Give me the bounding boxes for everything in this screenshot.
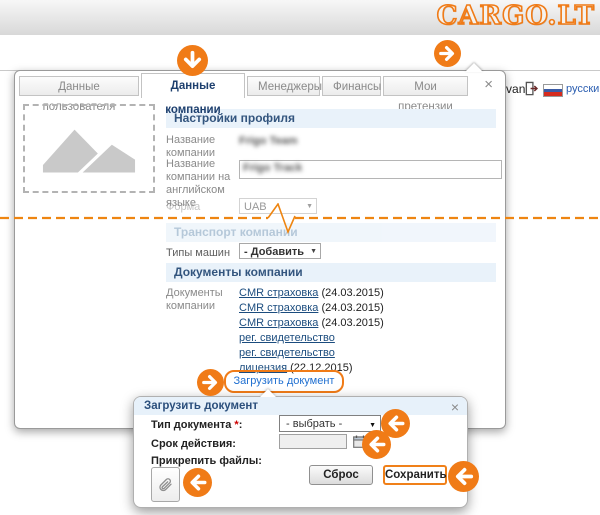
section-company-documents: Документы компании	[166, 263, 496, 282]
logout-icon[interactable]	[524, 81, 539, 96]
dialog-close-icon[interactable]: ×	[484, 79, 493, 91]
cargo-lt-logo: CARGO.LT	[437, 1, 595, 31]
section-company-transport: Транспорт компании	[166, 223, 496, 242]
document-row: CMR страховка (24.03.2015)	[239, 317, 384, 329]
document-link[interactable]: CMR страховка	[239, 287, 318, 299]
tab-company-data[interactable]: Данные компании	[141, 73, 245, 98]
language-link[interactable]: русский	[566, 83, 600, 95]
doc-type-label: Тип документа *:	[151, 419, 242, 431]
company-logo-placeholder[interactable]	[23, 104, 155, 193]
popup-close-icon[interactable]: ×	[451, 398, 459, 416]
company-name-value: Frigo Team	[239, 135, 297, 147]
popup-title-bar: Загрузить документ ×	[134, 397, 467, 415]
document-row: CMR страховка (24.03.2015)	[239, 287, 384, 299]
document-row: CMR страховка (24.03.2015)	[239, 302, 384, 314]
tab-user-data[interactable]: Данные пользователя	[19, 76, 139, 96]
company-name-label: Название компании	[166, 134, 240, 160]
tab-my-claims[interactable]: Мои претензии	[383, 76, 468, 96]
annotation-arrow-left-save	[448, 461, 479, 492]
paperclip-icon	[157, 476, 173, 493]
document-link[interactable]: CMR страховка	[239, 317, 318, 329]
reset-button[interactable]: Сброс	[309, 465, 373, 485]
document-link[interactable]: CMR страховка	[239, 302, 318, 314]
document-row: рег. свидетельство	[239, 347, 335, 359]
annotation-arrow-right-upload-link	[197, 369, 224, 396]
dialog-pointer-tail	[465, 63, 483, 72]
company-documents-label: Документы компании	[166, 287, 240, 313]
upload-document-highlight: Загрузить документ	[224, 370, 344, 393]
form-select[interactable]: UAB ▼	[239, 198, 317, 214]
company-name-en-input[interactable]: Frigo Track	[239, 160, 502, 179]
form-label: Форма	[166, 201, 240, 214]
tab-finances[interactable]: Финансы	[322, 76, 381, 96]
attach-file-button[interactable]	[151, 467, 180, 502]
validity-label: Срок действия:	[151, 438, 236, 450]
image-placeholder-icon	[35, 116, 143, 179]
document-row: рег. свидетельство	[239, 332, 335, 344]
chevron-down-icon: ▼	[310, 244, 317, 260]
annotation-arrow-right-user	[434, 40, 461, 67]
validity-date-input[interactable]	[279, 434, 347, 449]
upload-document-link[interactable]: Загрузить документ	[234, 375, 335, 387]
tab-managers[interactable]: Менеджеры	[247, 76, 320, 96]
popup-title: Загрузить документ	[144, 400, 258, 412]
annotation-arrow-left-validity	[362, 430, 391, 459]
top-header-bar: CARGO.LT	[0, 0, 600, 36]
truck-types-select[interactable]: - Добавить ещё - ▼	[239, 243, 321, 259]
dialog-tab-bar: Данные пользователя Данные компании Мене…	[15, 71, 505, 98]
annotation-arrow-left-attach	[183, 468, 212, 497]
russian-flag-icon[interactable]	[543, 84, 563, 97]
truck-types-label: Типы машин	[166, 247, 240, 260]
profile-dialog: Данные пользователя Данные компании Мене…	[14, 70, 506, 429]
user-toolbar: Ivanov Ivan русский	[0, 35, 600, 71]
annotation-arrow-down-company-tab	[177, 45, 208, 76]
chevron-down-icon: ▼	[306, 199, 313, 215]
popup-pointer-tail	[260, 389, 276, 397]
save-button[interactable]: Сохранить	[383, 465, 447, 485]
attach-files-label: Прикрепить файлы:	[151, 455, 262, 467]
document-link[interactable]: рег. свидетельство	[239, 332, 335, 344]
document-link[interactable]: рег. свидетельство	[239, 347, 335, 359]
